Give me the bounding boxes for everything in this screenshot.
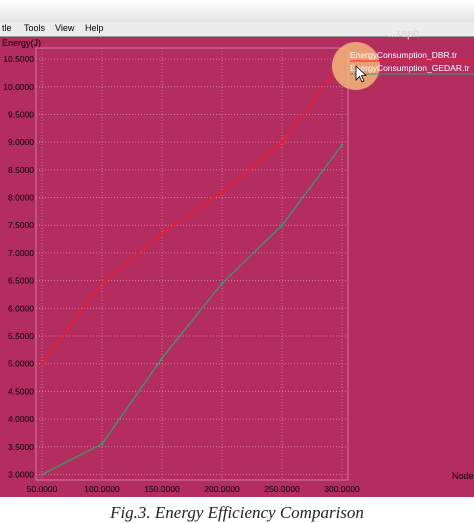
y-tick-label: 8.5000 — [8, 165, 34, 175]
y-tick-label: 5.5000 — [8, 331, 34, 341]
y-tick-label: 4.5000 — [8, 386, 34, 396]
x-tick-label: 300.0000 — [324, 484, 360, 494]
y-tick-label: 7.0000 — [8, 248, 34, 258]
y-tick-label: 10.5000 — [3, 54, 34, 64]
y-tick-label: 6.5000 — [8, 276, 34, 286]
y-tick-label: 4.0000 — [8, 414, 34, 424]
x-tick-label: 100.0000 — [84, 484, 120, 494]
series-line-0 — [41, 61, 343, 365]
legend-entry-1[interactable]: EnergyConsumption_GEDAR.tr — [350, 63, 470, 73]
plot-frame — [35, 47, 349, 481]
x-tick-label: 250.0000 — [264, 484, 300, 494]
figure-caption: Fig.3. Energy Efficiency Comparison — [110, 503, 364, 522]
data-point — [40, 473, 44, 476]
y-tick-label: 7.5000 — [8, 220, 34, 230]
data-point — [100, 282, 104, 285]
legend-entry-0[interactable]: EnergyConsumption_DBR.tr — [350, 50, 457, 60]
line-chart: 3.0000 3.5000 4.0000 4.5000 5.0000 5.5000 6.00… — [3, 42, 474, 494]
y-tick-label: 3.0000 — [8, 469, 34, 479]
y-tick-label: 8.0000 — [8, 193, 34, 203]
x-tick-label: 150.0000 — [144, 484, 180, 494]
data-point — [280, 140, 284, 144]
y-tick-label: 9.5000 — [8, 109, 34, 119]
data-point — [160, 232, 164, 235]
y-tick-label: 5.0000 — [8, 359, 34, 369]
data-point — [160, 356, 164, 360]
data-point — [220, 190, 224, 194]
x-tick-label: 50.0000 — [27, 484, 58, 494]
y-tick-label: 9.0000 — [8, 137, 34, 147]
data-point — [280, 223, 284, 227]
x-axis-title: Nodes — [452, 471, 474, 481]
data-point — [220, 282, 224, 285]
data-point — [40, 362, 44, 365]
series-line-1 — [41, 144, 343, 475]
y-tick-label: 10.0000 — [3, 82, 34, 92]
data-point — [340, 143, 344, 147]
x-tick-label: 200.0000 — [204, 484, 240, 494]
y-tick-label: 3.5000 — [8, 442, 34, 452]
y-tick-label: 6.0000 — [8, 303, 34, 313]
data-point — [100, 442, 104, 446]
